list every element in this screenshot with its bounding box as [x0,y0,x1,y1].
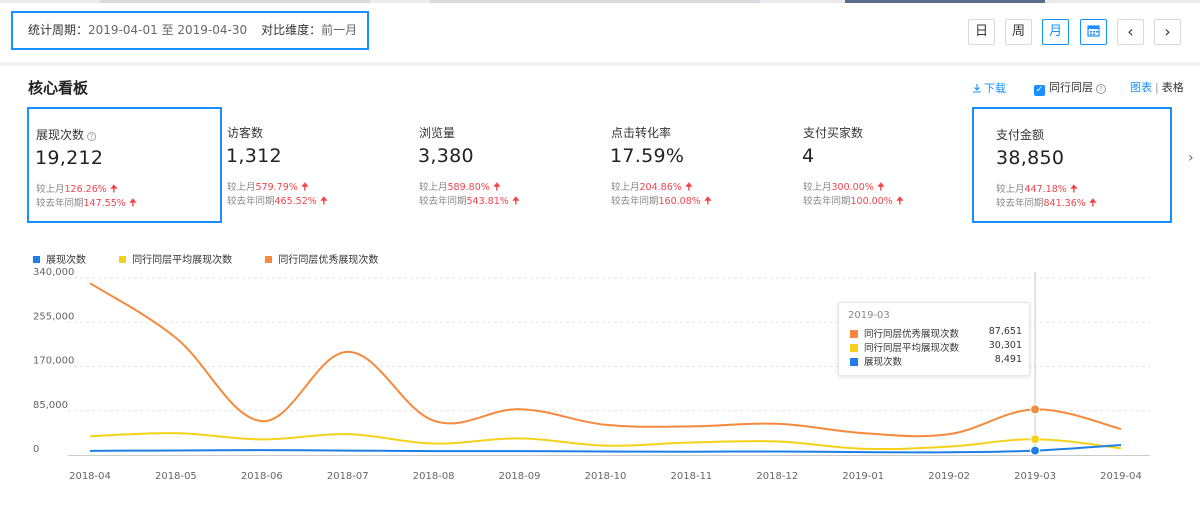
tooltip-swatch [850,358,858,366]
y-tick-label: 255,000 [33,311,74,322]
calendar-button[interactable] [1080,19,1107,45]
tooltip-row: 同行同层平均展现次数 30,301 [850,340,1022,354]
x-tick-label: 2019-02 [928,471,970,482]
tooltip-row-name: 展现次数 [864,357,903,368]
calendar-icon [1087,25,1100,37]
week-button[interactable]: 周 [1005,19,1032,45]
day-button[interactable]: 日 [968,19,995,45]
x-tick-label: 2018-05 [155,471,197,482]
y-tick-label: 170,000 [33,356,74,367]
x-tick-label: 2018-07 [327,471,369,482]
y-tick-label: 85,000 [33,400,68,411]
x-tick-label: 2019-04 [1100,471,1142,482]
x-tick-label: 2019-01 [842,471,884,482]
top-bar: 统计周期：2019-04-01 至 2019-04-30 对比维度：前一月 日 周… [0,0,1200,62]
tooltip-row-name: 同行同层平均展现次数 [864,343,960,354]
chart-tooltip: 2019-03 同行同层优秀展现次数 87,651 同行同层平均展现次数 30,30… [838,302,1030,376]
next-button[interactable]: › [1154,19,1181,45]
x-tick-label: 2018-04 [69,471,111,482]
prev-button[interactable]: ‹ [1117,19,1144,45]
compare-label: 对比维度： [261,23,322,37]
month-button[interactable]: 月 [1042,19,1069,45]
series-point-1 [1030,434,1041,445]
tooltip-row-name: 同行同层优秀展现次数 [864,329,960,340]
x-tick-label: 2018-08 [413,471,455,482]
core-dashboard-panel: 核心看板 下载 ✓ 同行同层? 图表 | 表格 展现次数? 19,212 较上月126… [0,66,1200,509]
x-tick-label: 2018-10 [585,471,627,482]
tooltip-swatch [850,330,858,338]
tooltip-title: 2019-03 [848,310,890,321]
x-tick-label: 2018-06 [241,471,283,482]
series-point-2 [1030,404,1041,415]
y-tick-label: 340,000 [33,267,74,278]
period-value: 2019-04-01 至 2019-04-30 [88,23,248,37]
period-label: 统计周期： [28,23,89,37]
x-tick-label: 2019-03 [1014,471,1056,482]
tooltip-row-value: 87,651 [988,326,1022,337]
series-line-1 [89,432,1122,451]
period-filter[interactable]: 统计周期：2019-04-01 至 2019-04-30 对比维度：前一月 [11,11,369,50]
tooltip-swatch [850,344,858,352]
tooltip-row: 展现次数 8,491 [850,354,1022,368]
tooltip-row-value: 8,491 [994,354,1022,365]
x-tick-label: 2018-11 [671,471,713,482]
y-tick-label: 0 [33,444,39,455]
top-divider [0,0,1200,3]
line-chart: 0 85,000 170,000 255,000 340,000 2018-04 2018-… [33,267,1150,482]
tooltip-row: 同行同层优秀展现次数 87,651 [850,326,1022,340]
x-tick-label: 2018-09 [499,471,541,482]
series-point-0 [1030,445,1041,456]
compare-value: 前一月 [321,23,358,37]
x-tick-label: 2018-12 [756,471,798,482]
tooltip-row-value: 30,301 [988,340,1022,351]
